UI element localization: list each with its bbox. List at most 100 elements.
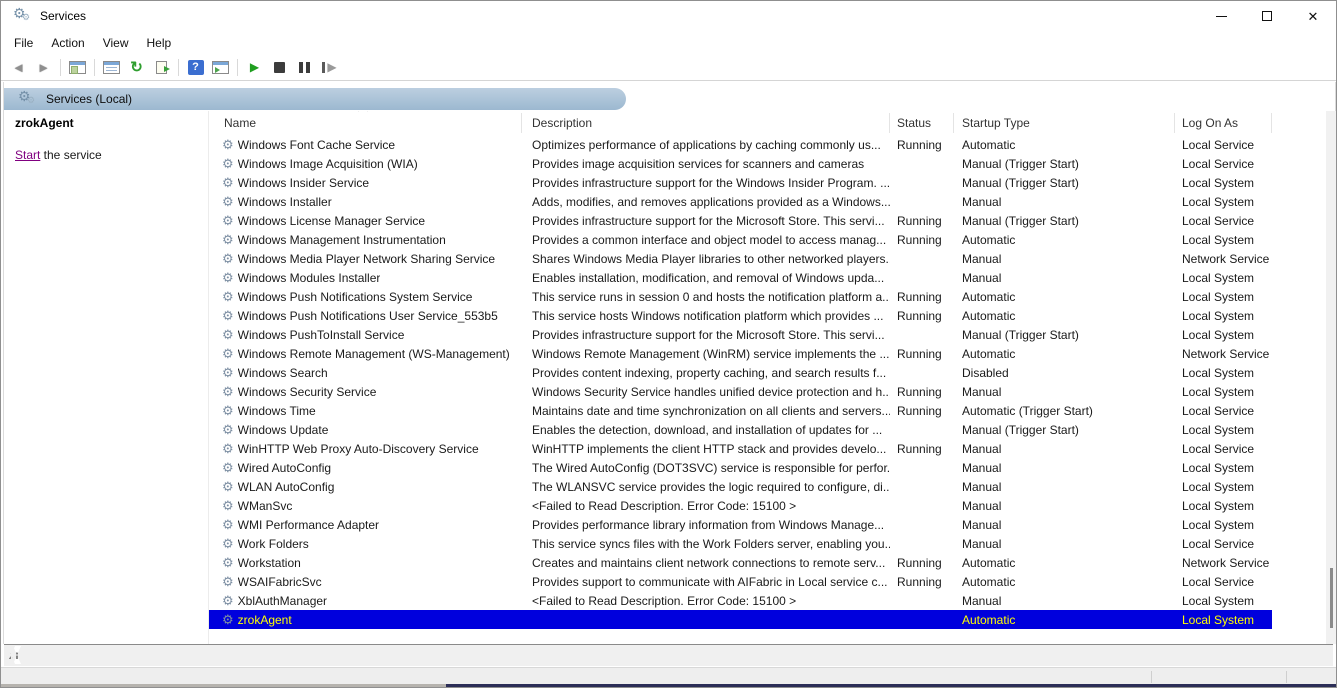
service-status: Running [897, 233, 942, 247]
sort-ascending-icon [357, 111, 369, 112]
back-button[interactable]: ◄ [6, 56, 31, 78]
service-status: Running [897, 347, 942, 361]
forward-button[interactable]: ► [31, 56, 56, 78]
service-gear-icon: ⚙ [222, 347, 234, 360]
table-row[interactable]: ⚙ Windows PushToInstall Service Provides… [209, 325, 1272, 344]
service-startup-type: Manual (Trigger Start) [962, 157, 1079, 171]
start-service-link[interactable]: Start [15, 148, 40, 162]
service-status: Running [897, 404, 942, 418]
service-startup-type: Manual [962, 461, 1001, 475]
service-log-on-as: Local Service [1182, 138, 1254, 152]
service-gear-icon: ⚙ [222, 613, 234, 626]
table-row[interactable]: ⚙ Windows Remote Management (WS-Manageme… [209, 344, 1272, 363]
column-header-description[interactable]: Description [522, 113, 890, 133]
service-gear-icon: ⚙ [222, 214, 234, 227]
service-gear-icon: ⚙ [222, 195, 234, 208]
toolbar: ◄ ► ↻ ? ▶ ▶ [1, 54, 1336, 81]
table-row[interactable]: ⚙ Windows Push Notifications System Serv… [209, 287, 1272, 306]
selected-service-title: zrokAgent [15, 116, 74, 130]
table-row[interactable]: ⚙ Windows Search Provides content indexi… [209, 363, 1272, 382]
table-row[interactable]: ⚙ WMI Performance Adapter Provides perfo… [209, 515, 1272, 534]
table-row[interactable]: ⚙ zrokAgent Automatic Local System [209, 610, 1272, 629]
help-icon: ? [188, 60, 204, 75]
close-button[interactable]: ✕ [1290, 1, 1336, 31]
stop-service-button[interactable] [267, 56, 292, 78]
table-row[interactable]: ⚙ Windows License Manager Service Provid… [209, 211, 1272, 230]
service-gear-icon: ⚙ [222, 309, 234, 322]
service-name: Windows Search [238, 366, 328, 380]
export-list-button[interactable] [149, 56, 174, 78]
table-row[interactable]: ⚙ Work Folders This service syncs files … [209, 534, 1272, 553]
table-row[interactable]: ⚙ WinHTTP Web Proxy Auto-Discovery Servi… [209, 439, 1272, 458]
scrollbar-thumb[interactable] [1330, 568, 1333, 628]
table-row[interactable]: ⚙ WSAIFabricSvc Provides support to comm… [209, 572, 1272, 591]
minimize-button[interactable] [1198, 1, 1244, 31]
start-service-button[interactable]: ▶ [242, 56, 267, 78]
table-row[interactable]: ⚙ WLAN AutoConfig The WLANSVC service pr… [209, 477, 1272, 496]
table-row[interactable]: ⚙ Windows Update Enables the detection, … [209, 420, 1272, 439]
service-startup-type: Manual (Trigger Start) [962, 328, 1079, 342]
service-log-on-as: Network Service [1182, 252, 1269, 266]
table-row[interactable]: ⚙ Windows Security Service Windows Secur… [209, 382, 1272, 401]
service-name: WSAIFabricSvc [238, 575, 322, 589]
toolbar-separator [178, 59, 179, 76]
menu-item-help[interactable]: Help [138, 33, 181, 53]
service-name: Windows Time [238, 404, 316, 418]
table-row[interactable]: ⚙ Windows Media Player Network Sharing S… [209, 249, 1272, 268]
minimize-icon [1216, 16, 1227, 17]
service-description: Enables the detection, download, and ins… [532, 423, 882, 437]
view-tabstrip: Extended Standard [4, 645, 1333, 666]
table-row[interactable]: ⚙ Workstation Creates and maintains clie… [209, 553, 1272, 572]
service-name: WManSvc [238, 499, 293, 513]
table-row[interactable]: ⚙ Windows Push Notifications User Servic… [209, 306, 1272, 325]
column-header-startup-type[interactable]: Startup Type [954, 113, 1175, 133]
column-header-name[interactable]: Name [209, 113, 522, 133]
pane-header-label: Services (Local) [46, 92, 132, 106]
service-log-on-as: Network Service [1182, 556, 1269, 570]
service-startup-type: Automatic [962, 575, 1015, 589]
vertical-scrollbar[interactable] [1326, 111, 1337, 644]
service-startup-type: Disabled [962, 366, 1009, 380]
table-row[interactable]: ⚙ Windows Management Instrumentation Pro… [209, 230, 1272, 249]
extended-view-icon [212, 61, 229, 74]
toolbar-separator [94, 59, 95, 76]
table-row[interactable]: ⚙ Windows Insider Service Provides infra… [209, 173, 1272, 192]
table-row[interactable]: ⚙ Windows Time Maintains date and time s… [209, 401, 1272, 420]
back-icon: ◄ [12, 60, 25, 75]
refresh-button[interactable]: ↻ [124, 56, 149, 78]
show-console-tree-button[interactable] [65, 56, 90, 78]
menu-item-action[interactable]: Action [42, 33, 93, 53]
service-log-on-as: Local Service [1182, 537, 1254, 551]
service-log-on-as: Local System [1182, 423, 1254, 437]
service-name: Windows PushToInstall Service [238, 328, 405, 342]
table-row[interactable]: ⚙ Windows Image Acquisition (WIA) Provid… [209, 154, 1272, 173]
maximize-button[interactable] [1244, 1, 1290, 31]
table-row[interactable]: ⚙ WManSvc <Failed to Read Description. E… [209, 496, 1272, 515]
help-button[interactable]: ? [183, 56, 208, 78]
service-startup-type: Automatic [962, 347, 1015, 361]
restart-service-icon: ▶ [322, 60, 336, 74]
service-log-on-as: Local System [1182, 594, 1254, 608]
export-list-icon [156, 61, 167, 74]
service-name: Windows Remote Management (WS-Management… [238, 347, 510, 361]
pause-service-button[interactable] [292, 56, 317, 78]
service-description: Provides infrastructure support for the … [532, 176, 890, 190]
table-row[interactable]: ⚙ XblAuthManager <Failed to Read Descrip… [209, 591, 1272, 610]
table-row[interactable]: ⚙ Windows Font Cache Service Optimizes p… [209, 135, 1272, 154]
column-header-status[interactable]: Status [890, 113, 954, 133]
service-name: zrokAgent [238, 613, 292, 627]
service-description: Windows Remote Management (WinRM) servic… [532, 347, 889, 361]
table-row[interactable]: ⚙ Windows Installer Adds, modifies, and … [209, 192, 1272, 211]
table-row[interactable]: ⚙ Wired AutoConfig The Wired AutoConfig … [209, 458, 1272, 477]
service-log-on-as: Local System [1182, 176, 1254, 190]
column-header-log-on-as[interactable]: Log On As [1175, 113, 1272, 133]
service-gear-icon: ⚙ [222, 518, 234, 531]
menu-item-view[interactable]: View [94, 33, 138, 53]
service-log-on-as: Local System [1182, 328, 1254, 342]
table-row[interactable]: ⚙ Windows Modules Installer Enables inst… [209, 268, 1272, 287]
extended-view-button[interactable] [208, 56, 233, 78]
service-log-on-as: Local System [1182, 366, 1254, 380]
properties-button[interactable] [99, 56, 124, 78]
restart-service-button[interactable]: ▶ [317, 56, 342, 78]
menu-item-file[interactable]: File [5, 33, 42, 53]
